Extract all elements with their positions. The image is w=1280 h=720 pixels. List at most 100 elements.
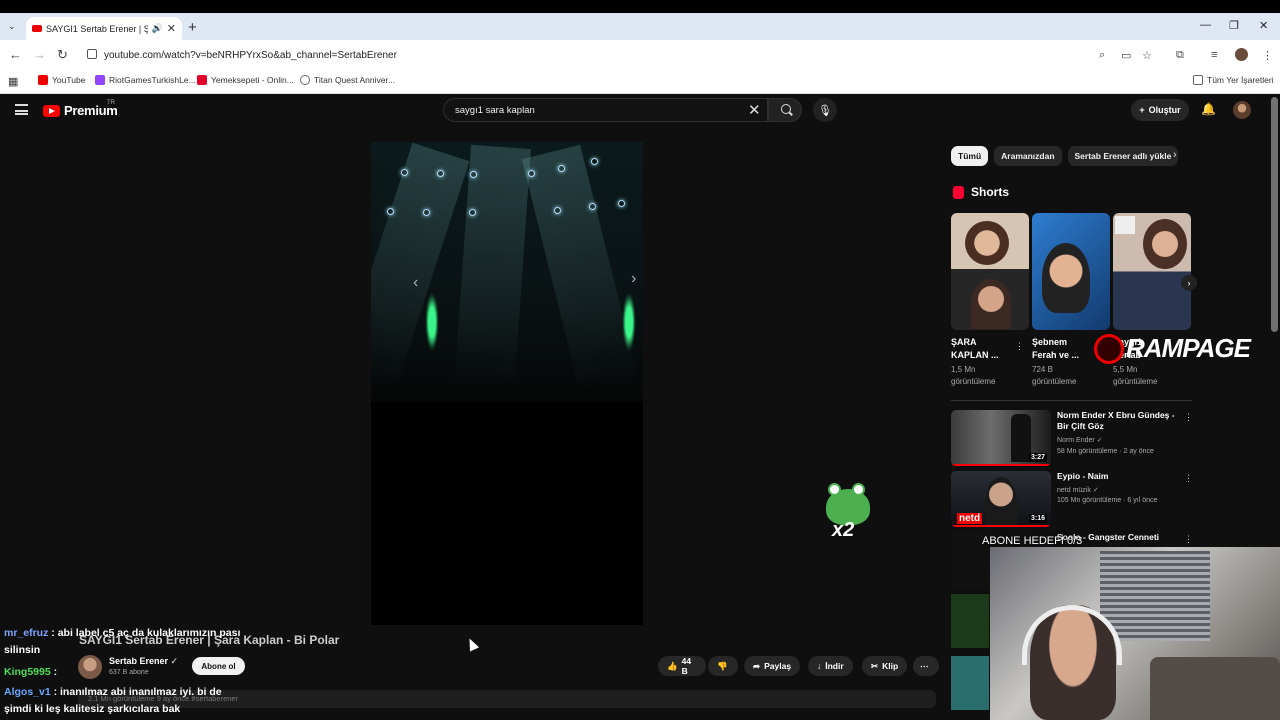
- short-thumbnail[interactable]: [1032, 213, 1110, 330]
- streamer-webcam: [990, 547, 1280, 720]
- video-duration: 3:27: [1028, 453, 1047, 462]
- like-button[interactable]: 👍 44 B: [658, 656, 706, 676]
- stage-lamp: [437, 170, 444, 177]
- zoom-icon[interactable]: ⌕: [1099, 49, 1105, 62]
- close-tab-icon[interactable]: ✕: [167, 22, 176, 35]
- chat-text: : inanılmaz abi inanılmaz iyi. bi de: [50, 686, 222, 698]
- stage-lamp: [591, 158, 598, 165]
- page-scrollbar[interactable]: [1271, 97, 1278, 332]
- shorts-next-button[interactable]: ›: [1181, 275, 1197, 291]
- chip-from-search[interactable]: Aramanızdan: [994, 146, 1062, 166]
- url-text: youtube.com/watch?v=beNRHPYrxSo&ab_chann…: [104, 50, 397, 61]
- short-title[interactable]: Şebnem: [1032, 336, 1067, 348]
- extensions-icon[interactable]: ⧉: [1176, 49, 1184, 62]
- chip-channel-uploads[interactable]: Sertab Erener adlı yükle: [1067, 146, 1179, 166]
- jupiter-drive-badge: [1115, 216, 1135, 234]
- media-controls-icon[interactable]: ≡: [1211, 49, 1217, 61]
- bookmark-titan-quest[interactable]: Titan Quest Anniver...: [300, 75, 395, 85]
- share-label: Paylaş: [764, 661, 792, 671]
- video-meta: 105 Mn görüntüleme · 6 yıl önce: [1057, 497, 1158, 504]
- url-field[interactable]: youtube.com/watch?v=beNRHPYrxSo&ab_chann…: [78, 45, 1164, 66]
- microphone-icon[interactable]: 🎙: [813, 98, 837, 122]
- more-vertical-icon[interactable]: ⋮: [1184, 473, 1193, 484]
- chat-message-cont: şimdi ki leş kalitesiz şarkıcılara bak: [4, 703, 181, 715]
- youtube-favicon-icon: [32, 25, 42, 32]
- channel-avatar[interactable]: [78, 655, 102, 679]
- bookmark-label: YouTube: [52, 75, 86, 85]
- region-code: TR: [107, 100, 115, 106]
- site-info-icon[interactable]: [87, 49, 97, 59]
- recommended-video[interactable]: 3:27 Norm Ender X Ebru Gündeş - Bir Çift…: [951, 410, 1193, 466]
- speaker-icon[interactable]: 🔊: [152, 23, 163, 34]
- rampage-text: RAMPAGE: [1126, 333, 1251, 363]
- notifications-bell-icon[interactable]: 🔔: [1201, 102, 1216, 116]
- more-actions-button[interactable]: ⋯: [913, 656, 939, 676]
- download-button[interactable]: ↓ İndir: [808, 656, 853, 676]
- tab-search-icon[interactable]: ⌄: [8, 21, 16, 32]
- bookmark-youtube[interactable]: YouTube: [38, 75, 85, 85]
- chat-user: King5995: [4, 666, 51, 678]
- short-title[interactable]: ŞARA: [951, 336, 977, 348]
- close-window-icon[interactable]: ✕: [1259, 19, 1268, 32]
- dislike-button[interactable]: 👎: [708, 656, 738, 676]
- clip-label: Klip: [882, 661, 899, 671]
- video-player[interactable]: ‹ ›: [371, 142, 643, 625]
- stage-lamp: [423, 209, 430, 216]
- video-title: Eypio - Naim: [1057, 471, 1109, 481]
- twitch-icon: [95, 75, 105, 85]
- short-title[interactable]: Ferah ve ...: [1032, 349, 1079, 361]
- search-input[interactable]: saygı1 sara kaplan: [443, 98, 768, 122]
- new-tab-button[interactable]: +: [188, 19, 197, 36]
- create-button[interactable]: + Oluştur: [1131, 99, 1189, 121]
- shorts-heading-text: Shorts: [971, 185, 1010, 199]
- minimize-icon[interactable]: —: [1200, 19, 1211, 31]
- clip-button[interactable]: ✂ Klip: [862, 656, 908, 676]
- download-label: İndir: [825, 661, 844, 671]
- netd-logo: netd: [957, 513, 983, 524]
- youtube-premium-logo[interactable]: Premium TR: [43, 100, 118, 118]
- chevron-right-icon[interactable]: ›: [1173, 149, 1177, 161]
- reload-icon[interactable]: ↻: [57, 47, 68, 63]
- short-title[interactable]: KAPLAN ...: [951, 349, 999, 361]
- subscriber-count: 637 B abone: [109, 669, 149, 676]
- subscribe-button[interactable]: Abone ol: [192, 657, 245, 675]
- forward-icon[interactable]: →: [33, 47, 46, 62]
- account-avatar[interactable]: [1233, 101, 1251, 119]
- tab-title: SAYGI1 Sertab Erener | Şara: [46, 23, 148, 34]
- more-vertical-icon[interactable]: ⋮: [1184, 534, 1193, 545]
- rampage-logo-icon: [1094, 333, 1124, 364]
- light-beam: [521, 144, 639, 393]
- back-icon[interactable]: ←: [9, 47, 22, 62]
- short-thumbnail[interactable]: [1113, 213, 1191, 330]
- apps-grid-icon[interactable]: ▦: [8, 75, 18, 88]
- video-thumbnail: 3:27: [951, 410, 1051, 466]
- chip-all[interactable]: Tümü: [951, 146, 989, 166]
- more-vertical-icon[interactable]: ⋮: [1184, 412, 1193, 423]
- singer-face: [1143, 219, 1187, 269]
- verified-icon: ✓: [170, 656, 179, 666]
- hamburger-menu-icon[interactable]: [15, 104, 28, 115]
- all-bookmarks[interactable]: Tüm Yer İşaretleri: [1193, 75, 1274, 85]
- browser-tab[interactable]: SAYGI1 Sertab Erener | Şara 🔊 ✕: [26, 17, 182, 40]
- plus-icon: +: [1139, 105, 1145, 115]
- search-button[interactable]: [768, 98, 802, 122]
- menu-kebab-icon[interactable]: ⋮: [1262, 49, 1273, 62]
- channel-name[interactable]: Sertab Erener ✓: [109, 656, 178, 667]
- maximize-icon[interactable]: ❐: [1229, 19, 1239, 32]
- install-app-icon[interactable]: ▭: [1121, 49, 1131, 62]
- clear-search-icon[interactable]: ✕: [748, 101, 761, 119]
- share-button[interactable]: ➦ Paylaş: [744, 656, 801, 676]
- recommended-video[interactable]: netd 3:16 Eypio - Naim netd müzik ✓ 105 …: [951, 471, 1193, 527]
- person-figure: [985, 477, 1017, 527]
- short-thumbnail[interactable]: [951, 213, 1029, 330]
- bookmark-yemeksepeti[interactable]: Yemeksepeti - Onlin...: [197, 75, 294, 85]
- screen-top-bar: [0, 0, 1280, 13]
- video-thumbnail: [951, 656, 989, 710]
- profile-icon[interactable]: [1235, 48, 1248, 61]
- subscriber-goal-text: ABONE HEDEFİ 0/3: [982, 535, 1083, 547]
- short-more-icon[interactable]: ⋮: [1015, 341, 1024, 352]
- bookmark-twitch[interactable]: RiotGamesTurkishLe...: [95, 75, 196, 85]
- light-beam: [371, 142, 470, 390]
- chat-message: mr_efruz : abi label c5 aç da kulaklarım…: [4, 626, 240, 640]
- bookmark-star-icon[interactable]: ☆: [1142, 49, 1152, 62]
